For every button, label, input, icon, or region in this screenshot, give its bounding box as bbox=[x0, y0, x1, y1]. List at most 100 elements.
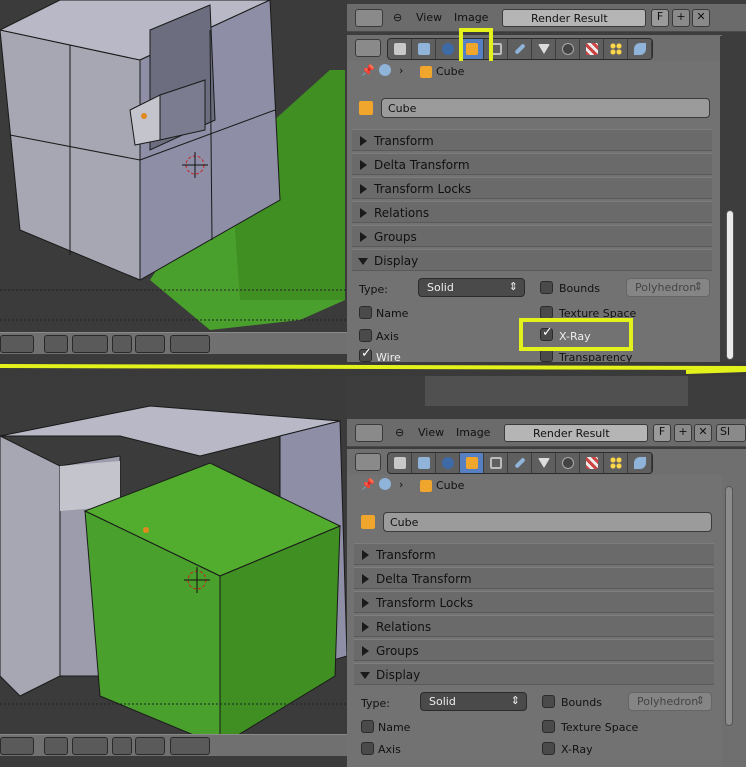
material-tab[interactable] bbox=[556, 39, 580, 59]
properties-editor-type[interactable] bbox=[355, 453, 381, 471]
collapse-icon[interactable]: ⊖ bbox=[393, 11, 402, 24]
render-buttons[interactable] bbox=[170, 737, 210, 755]
physics-tab[interactable] bbox=[628, 453, 652, 473]
unlink-image-button[interactable]: ✕ bbox=[692, 9, 710, 27]
world-tab[interactable] bbox=[436, 39, 460, 59]
section-display[interactable]: Display bbox=[354, 663, 714, 685]
menu-view[interactable]: View bbox=[416, 11, 442, 24]
shading-button[interactable] bbox=[72, 335, 108, 353]
3d-viewport[interactable] bbox=[0, 0, 347, 362]
section-transform-locks[interactable]: Transform Locks bbox=[352, 177, 712, 199]
slot-button[interactable]: Sl bbox=[716, 424, 746, 442]
collapse-icon[interactable]: ⊖ bbox=[395, 426, 404, 439]
section-groups[interactable]: Groups bbox=[354, 639, 714, 661]
snap-button[interactable] bbox=[112, 737, 132, 755]
snap-button[interactable] bbox=[112, 335, 132, 353]
fake-user-button[interactable]: F bbox=[653, 424, 671, 442]
section-transform[interactable]: Transform bbox=[354, 543, 714, 565]
section-delta-transform[interactable]: Delta Transform bbox=[354, 567, 714, 589]
data-tab[interactable] bbox=[532, 453, 556, 473]
texture-space-label: Texture Space bbox=[561, 721, 639, 734]
grey-cube-left-face bbox=[0, 435, 61, 697]
new-image-button[interactable]: + bbox=[672, 9, 690, 27]
name-checkbox[interactable] bbox=[359, 306, 372, 319]
section-label: Display bbox=[374, 254, 419, 268]
section-label: Delta Transform bbox=[374, 158, 470, 172]
section-relations[interactable]: Relations bbox=[354, 615, 714, 637]
menu-view[interactable]: View bbox=[418, 426, 444, 439]
updown-icon: ⇕ bbox=[510, 694, 520, 707]
object-crumb-icon bbox=[420, 66, 432, 78]
modifiers-tab[interactable] bbox=[508, 453, 532, 473]
physics-tab[interactable] bbox=[628, 39, 652, 59]
particles-tab[interactable] bbox=[604, 39, 628, 59]
bounds-checkbox[interactable] bbox=[542, 695, 555, 708]
section-transform-locks[interactable]: Transform Locks bbox=[354, 591, 714, 613]
section-label: Groups bbox=[374, 230, 417, 244]
expand-icon bbox=[362, 646, 369, 656]
section-delta-transform[interactable]: Delta Transform bbox=[352, 153, 712, 175]
shading-button[interactable] bbox=[72, 737, 108, 755]
display-type-dropdown[interactable]: Solid ⇕ bbox=[420, 692, 527, 711]
section-relations[interactable]: Relations bbox=[352, 201, 712, 223]
name-checkbox[interactable] bbox=[361, 720, 374, 733]
image-browse-field[interactable]: Render Result bbox=[502, 9, 646, 27]
object-name-field[interactable]: Cube bbox=[383, 512, 712, 532]
pin-icon[interactable]: 📌 bbox=[361, 478, 375, 491]
display-type-dropdown[interactable]: Solid ⇕ bbox=[418, 278, 525, 297]
xray-checkbox[interactable] bbox=[542, 742, 555, 755]
bounds-type-dropdown[interactable]: Polyhedron ⇕ bbox=[628, 692, 712, 711]
view-mode-button[interactable] bbox=[0, 737, 34, 755]
pivot-button[interactable] bbox=[44, 737, 68, 755]
viewport-header bbox=[0, 332, 347, 354]
object-name-field[interactable]: Cube bbox=[381, 98, 710, 118]
world-tab[interactable] bbox=[436, 453, 460, 473]
pin-icon[interactable]: 📌 bbox=[361, 64, 375, 77]
bounds-checkbox[interactable] bbox=[540, 281, 553, 294]
3d-viewport[interactable] bbox=[0, 376, 347, 767]
render-tab[interactable] bbox=[388, 453, 412, 473]
divider-arrow bbox=[0, 364, 746, 374]
section-label: Transform bbox=[376, 548, 436, 562]
fake-user-button[interactable]: F bbox=[651, 9, 669, 27]
texture-space-checkbox[interactable] bbox=[542, 720, 555, 733]
section-transform[interactable]: Transform bbox=[352, 129, 712, 151]
snap-target-button[interactable] bbox=[135, 335, 165, 353]
section-label: Relations bbox=[376, 620, 432, 634]
axis-checkbox[interactable] bbox=[359, 329, 372, 342]
properties-editor-type[interactable] bbox=[355, 39, 381, 57]
section-groups[interactable]: Groups bbox=[352, 225, 712, 247]
updown-icon: ⇕ bbox=[693, 280, 703, 293]
render-buttons[interactable] bbox=[170, 335, 210, 353]
section-display[interactable]: Display bbox=[352, 249, 712, 271]
view-mode-button[interactable] bbox=[0, 335, 34, 353]
object-name-value: Cube bbox=[388, 102, 417, 115]
new-image-button[interactable]: + bbox=[674, 424, 692, 442]
bounds-type-dropdown[interactable]: Polyhedron ⇕ bbox=[626, 278, 710, 297]
scene-tab[interactable] bbox=[412, 453, 436, 473]
menu-image[interactable]: Image bbox=[456, 426, 490, 439]
material-tab[interactable] bbox=[556, 453, 580, 473]
editor-type-button[interactable] bbox=[355, 9, 383, 27]
unlink-image-button[interactable]: ✕ bbox=[694, 424, 712, 442]
axis-checkbox[interactable] bbox=[361, 742, 374, 755]
world-icon bbox=[441, 43, 454, 55]
texture-tab[interactable] bbox=[580, 453, 604, 473]
image-browse-field[interactable]: Render Result bbox=[504, 424, 648, 442]
properties-scrollbar[interactable] bbox=[725, 486, 733, 726]
render-tab[interactable] bbox=[388, 39, 412, 59]
modifiers-tab[interactable] bbox=[508, 39, 532, 59]
pivot-button[interactable] bbox=[44, 335, 68, 353]
material-icon bbox=[561, 43, 574, 55]
particles-tab[interactable] bbox=[604, 453, 628, 473]
menu-image[interactable]: Image bbox=[454, 11, 488, 24]
texture-tab[interactable] bbox=[580, 39, 604, 59]
right-scrollbar[interactable] bbox=[726, 210, 734, 360]
scene-tab[interactable] bbox=[412, 39, 436, 59]
constraints-tab[interactable] bbox=[484, 453, 508, 473]
data-tab[interactable] bbox=[532, 39, 556, 59]
editor-type-button[interactable] bbox=[355, 424, 383, 442]
xray-label: X-Ray bbox=[561, 743, 593, 756]
snap-target-button[interactable] bbox=[135, 737, 165, 755]
object-tab[interactable] bbox=[460, 453, 484, 473]
